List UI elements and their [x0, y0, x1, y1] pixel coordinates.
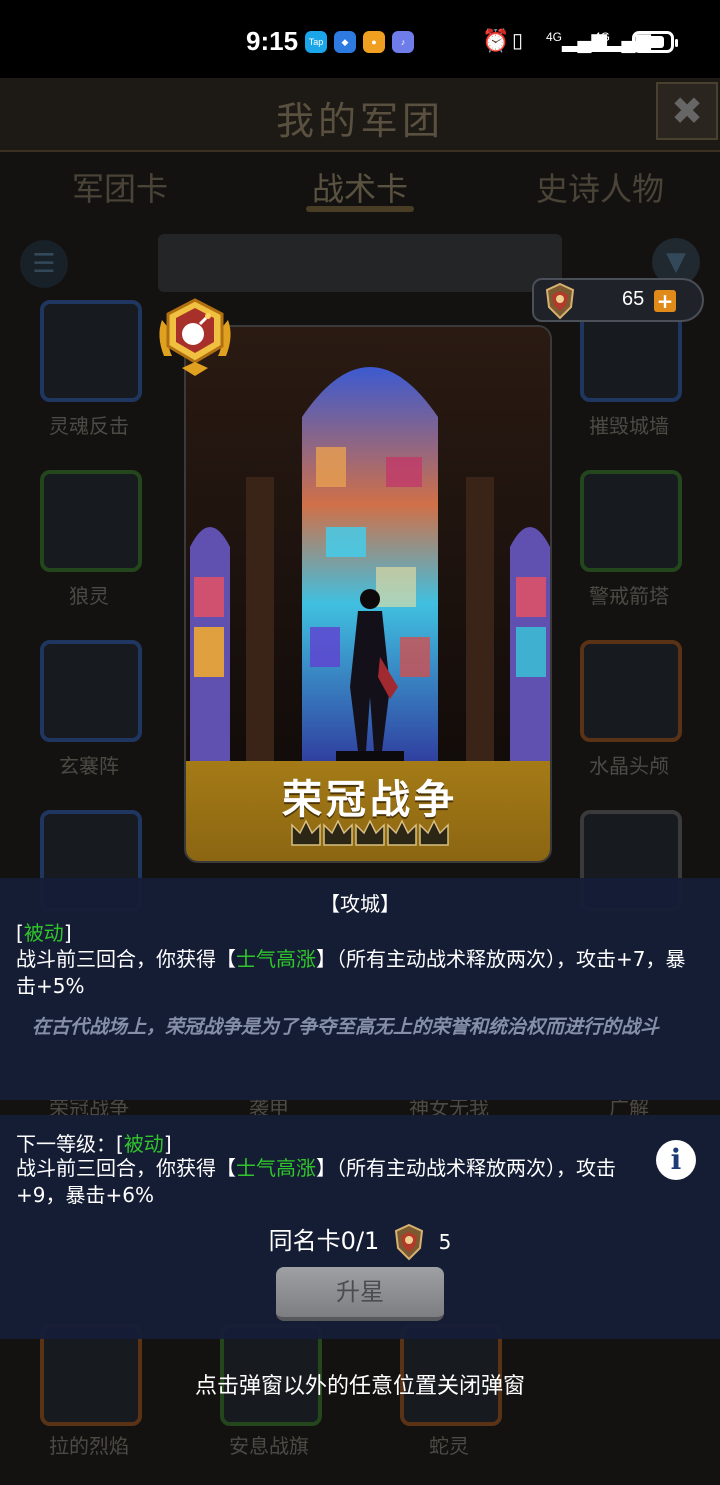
- card-info-panel: 【攻城】 [被动] 战斗前三回合，你获得【士气高涨】（所有主动战术释放两次），攻…: [0, 878, 720, 1100]
- flavor-text: 在古代战场上，荣冠战争是为了争夺至高无上的荣誉和统治权而进行的战斗: [32, 1016, 660, 1038]
- list-icon[interactable]: ☰: [20, 240, 68, 288]
- battery-icon: [632, 31, 678, 53]
- bg-card-label-1: 灵魂反击: [49, 414, 129, 438]
- active-tab-indicator: [306, 206, 414, 212]
- close-icon[interactable]: ✖: [656, 82, 718, 140]
- next-level-tag-line: 下一等级：[被动]: [16, 1132, 172, 1156]
- next-morale-buff: 士气高涨: [236, 1156, 316, 1180]
- tactic-card: 荣冠战争: [184, 325, 552, 863]
- tap-app-icon: Tap: [305, 31, 327, 53]
- search-bar[interactable]: [158, 234, 562, 292]
- page-title: 我的军团: [275, 99, 444, 143]
- tab-tactic-cards[interactable]: 战术卡: [240, 164, 480, 210]
- status-bar: 9:15 Tap ◆ ● ♪ ⏰ ▯ 4G ▂▄▆ 4G ▂▄▆: [0, 0, 720, 78]
- bg-card-4[interactable]: [580, 470, 682, 572]
- background-header: 我的军团 ✖: [0, 78, 720, 152]
- star-crowns: [291, 819, 449, 846]
- battery-fill: [637, 36, 664, 48]
- add-currency-button[interactable]: +: [654, 290, 676, 312]
- next-level-panel: 下一等级：[被动] 战斗前三回合，你获得【士气高涨】（所有主动战术释放两次），攻…: [0, 1115, 720, 1339]
- card-category: 【攻城】: [320, 892, 400, 916]
- currency-value: 65: [622, 288, 645, 310]
- bg-card-label-2: 摧毁城墙: [589, 414, 669, 438]
- bg-card-3[interactable]: [40, 470, 142, 572]
- currency-pill[interactable]: 65 +: [532, 278, 704, 322]
- upgrade-cost: 5: [438, 1230, 452, 1254]
- shield-emblem-icon: [545, 282, 575, 320]
- bg-card-label-4: 警戒箭塔: [589, 584, 669, 608]
- vibrate-icon: ▯: [512, 30, 524, 52]
- browser-app-icon: ◆: [334, 31, 356, 53]
- shield-emblem-icon: [394, 1223, 424, 1261]
- close-hint: 点击弹窗以外的任意位置关闭弹窗: [194, 1374, 525, 1399]
- info-icon[interactable]: i: [656, 1140, 696, 1180]
- clock: 9:15: [246, 26, 299, 56]
- card-name-band: 荣冠战争: [186, 761, 550, 861]
- bg-card-label-13: 拉的烈焰: [49, 1434, 129, 1458]
- bg-card-label-3: 狼灵: [69, 584, 109, 608]
- bg-card-6[interactable]: [580, 640, 682, 742]
- card-artwork: [186, 327, 550, 761]
- card-effect: 战斗前三回合，你获得【士气高涨】（所有主动战术释放两次），攻击+7，暴击+5%: [16, 947, 686, 998]
- tab-legion-cards[interactable]: 军团卡: [0, 164, 240, 210]
- duplicate-card-row: 同名卡0/1 5: [0, 1221, 720, 1262]
- bg-card-label-5: 玄褰阵: [59, 754, 119, 778]
- bg-card-5[interactable]: [40, 640, 142, 742]
- tab-epic-characters[interactable]: 史诗人物: [480, 164, 720, 210]
- bg-card-label-14: 安息战旗: [229, 1434, 309, 1458]
- music-app-icon: ♪: [392, 31, 414, 53]
- bg-card-1[interactable]: [40, 300, 142, 402]
- bg-card-label-15: 蛇灵: [429, 1434, 469, 1458]
- morale-buff: 士气高涨: [236, 947, 316, 971]
- passive-tag-line: [被动]: [16, 921, 72, 945]
- weibo-app-icon: ●: [363, 31, 385, 53]
- alarm-icon: ⏰: [482, 28, 510, 53]
- duplicate-card-count: 同名卡0/1: [268, 1227, 380, 1255]
- next-level-effect: 战斗前三回合，你获得【士气高涨】（所有主动战术释放两次），攻击+9，暴击+6%: [16, 1156, 616, 1207]
- network-1-label: 4G: [546, 30, 563, 44]
- passive-tag: 被动: [23, 921, 64, 945]
- bg-card-label-6: 水晶头颅: [589, 754, 669, 778]
- next-passive-tag: 被动: [123, 1132, 164, 1156]
- upgrade-star-button[interactable]: 升星: [276, 1267, 444, 1321]
- bomb-rank-icon: [159, 298, 231, 376]
